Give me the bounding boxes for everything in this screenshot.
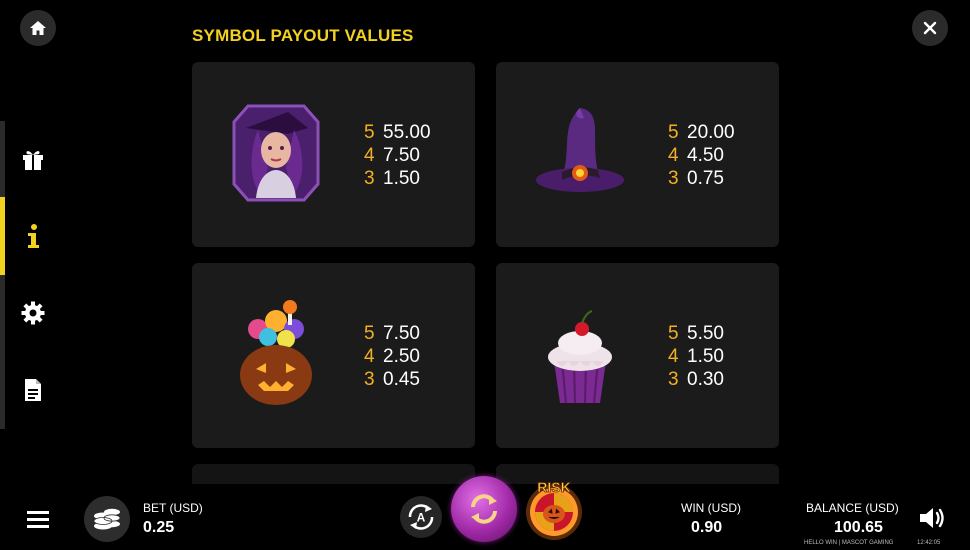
symbol-card-candy-pumpkin: 5 7.50 4 2.50 3 0.45 (192, 263, 475, 448)
payout-list: 5 20.00 4 4.50 3 0.75 (668, 121, 735, 190)
win-label: WIN (USD) (681, 501, 741, 515)
cupcake-symbol-icon (548, 310, 612, 404)
sidebar-active-indicator (0, 197, 5, 275)
autoplay-label: A (417, 511, 426, 525)
payout-row: 5 55.00 (364, 122, 431, 143)
document-icon (25, 379, 41, 401)
payout-row: 4 4.50 (668, 145, 724, 166)
payout-row: 3 0.75 (668, 168, 724, 189)
risk-button[interactable]: RISK (521, 476, 587, 542)
payout-list: 5 7.50 4 2.50 3 0.45 (364, 322, 420, 391)
gift-icon (23, 151, 43, 170)
candy-pumpkin-symbol-icon (240, 300, 312, 405)
payout-row: 3 0.45 (364, 369, 420, 390)
payout-row: 4 1.50 (668, 346, 724, 367)
coins-icon (93, 508, 121, 530)
balance-value: 100.65 (834, 519, 883, 536)
payout-row: 4 7.50 (364, 145, 420, 166)
win-value: 0.90 (691, 519, 723, 536)
spin-icon (471, 494, 497, 524)
sidebar-item-settings[interactable] (20, 300, 46, 326)
credits-text: HELLO WIN | MASCOT GAMING (804, 540, 894, 546)
sidebar-track (0, 121, 5, 429)
symbol-card-witch-hat: 5 20.00 4 4.50 3 0.75 (496, 62, 779, 247)
payout-row: 5 5.50 (668, 323, 724, 344)
risk-label: RISK (537, 479, 570, 495)
risk-pumpkin-icon: RISK (526, 479, 582, 540)
balance-label: BALANCE (USD) (806, 501, 899, 515)
payout-row: 3 1.50 (364, 168, 420, 189)
autoplay-button[interactable]: A (400, 496, 442, 538)
bet-label: BET (USD) (143, 501, 203, 515)
bet-button[interactable] (84, 496, 130, 542)
payout-list: 5 5.50 4 1.50 3 0.30 (668, 322, 724, 391)
home-icon (30, 21, 46, 35)
symbol-card-witch: 5 55.00 4 7.50 3 1.50 (192, 62, 475, 247)
close-icon (923, 21, 937, 35)
page-title: SYMBOL PAYOUT VALUES (192, 26, 414, 45)
payout-row: 5 7.50 (364, 323, 420, 344)
payout-row: 3 0.30 (668, 369, 724, 390)
sidebar-item-bonus[interactable] (20, 146, 46, 172)
sidebar-item-info[interactable] (20, 223, 46, 249)
payout-list: 5 55.00 4 7.50 3 1.50 (364, 121, 431, 190)
info-icon (28, 224, 39, 248)
witch-hat-symbol-icon (536, 108, 624, 192)
symbol-card-cupcake: 5 5.50 4 1.50 3 0.30 (496, 263, 779, 448)
sidebar-item-rules[interactable] (20, 377, 46, 403)
clock: 12:42:05 (917, 540, 941, 546)
payout-row: 5 20.00 (668, 122, 735, 143)
payout-row: 4 2.50 (364, 346, 420, 367)
symbol-card-next (192, 464, 475, 484)
menu-icon[interactable] (26, 509, 50, 529)
sound-icon[interactable] (918, 505, 946, 531)
close-button[interactable] (912, 10, 948, 46)
autoplay-icon: A (408, 504, 434, 530)
bet-value: 0.25 (143, 519, 175, 536)
witch-symbol-icon (232, 104, 320, 202)
home-button[interactable] (20, 10, 56, 46)
spin-button[interactable] (451, 476, 517, 542)
gear-icon (21, 301, 45, 325)
